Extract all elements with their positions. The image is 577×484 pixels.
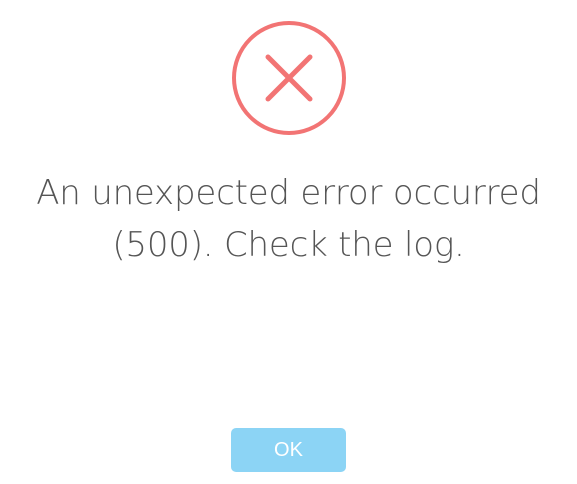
ok-button[interactable]: OK [231,428,346,472]
error-dialog: An unexpected error occurred (500). Chec… [0,0,577,484]
error-message: An unexpected error occurred (500). Chec… [0,167,577,271]
error-message-line-2: (500). Check the log. [112,225,465,265]
error-message-line-1: An unexpected error occurred [36,173,541,213]
error-x-icon [231,20,347,136]
